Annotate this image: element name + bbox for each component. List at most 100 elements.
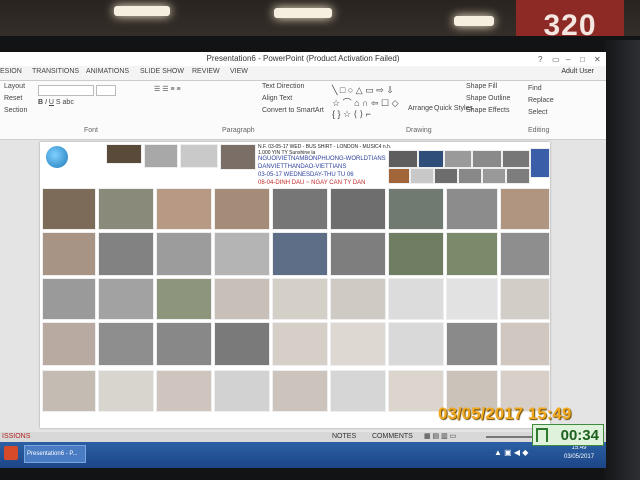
photo-thumbnail[interactable] — [446, 188, 498, 230]
photo-thumbnail[interactable] — [106, 144, 142, 164]
newspaper-thumbnail[interactable] — [214, 278, 270, 320]
shape-outline-button[interactable]: Shape Outline — [466, 95, 510, 102]
photo-thumbnail[interactable] — [42, 278, 96, 320]
shape-fill-button[interactable]: Shape Fill — [466, 83, 497, 90]
photo-thumbnail[interactable] — [502, 150, 530, 168]
newspaper-thumbnail[interactable] — [42, 322, 96, 366]
tab-design[interactable]: ESION — [0, 68, 22, 75]
close-icon[interactable]: ✕ — [594, 53, 601, 67]
tab-slide-show[interactable]: SLIDE SHOW — [140, 68, 184, 75]
newspaper-thumbnail[interactable] — [500, 322, 550, 366]
selfie-thumbnail[interactable] — [214, 188, 270, 230]
photo-thumbnail[interactable] — [214, 322, 270, 366]
help-icon[interactable]: ? — [538, 53, 542, 67]
view-buttons[interactable]: ▦ ▤ ▥ ▭ — [424, 432, 456, 440]
photo-thumbnail[interactable] — [156, 322, 212, 366]
newspaper-thumbnail[interactable] — [272, 322, 328, 366]
newspaper-thumbnail[interactable] — [272, 278, 328, 320]
comments-button[interactable]: COMMENTS — [372, 433, 413, 440]
slide[interactable]: N.F. 03-05-17 WED - BUS SHIRT - LONDON -… — [40, 142, 550, 428]
ribbon-display-icon[interactable]: ▭ — [552, 53, 560, 67]
photo-thumbnail[interactable] — [418, 150, 444, 168]
tab-animations[interactable]: ANIMATIONS — [86, 68, 129, 75]
text-direction-button[interactable]: Text Direction — [262, 83, 304, 90]
photo-thumbnail[interactable] — [156, 278, 212, 320]
photo-thumbnail[interactable] — [272, 188, 328, 230]
photo-thumbnail[interactable] — [330, 232, 386, 276]
tab-transitions[interactable]: TRANSITIONS — [32, 68, 79, 75]
tab-review[interactable]: REVIEW — [192, 68, 220, 75]
photo-thumbnail[interactable] — [444, 150, 472, 168]
align-text-button[interactable]: Align Text — [262, 95, 292, 102]
font-name-field[interactable] — [38, 85, 94, 96]
newspaper-thumbnail[interactable] — [330, 370, 386, 412]
replace-button[interactable]: Replace — [528, 97, 554, 104]
tab-view[interactable]: VIEW — [230, 68, 248, 75]
newspaper-thumbnail[interactable] — [98, 370, 154, 412]
slide-canvas[interactable]: N.F. 03-05-17 WED - BUS SHIRT - LONDON -… — [0, 140, 606, 432]
find-button[interactable]: Find — [528, 85, 542, 92]
newspaper-thumbnail[interactable] — [388, 322, 444, 366]
layout-button[interactable]: Layout — [4, 83, 25, 90]
reset-button[interactable]: Reset — [4, 95, 22, 102]
photo-thumbnail[interactable] — [388, 188, 444, 230]
photo-thumbnail[interactable] — [98, 188, 154, 230]
selfie-thumbnail[interactable] — [500, 188, 550, 230]
newspaper-thumbnail[interactable] — [388, 370, 444, 412]
shape-effects-button[interactable]: Shape Effects — [466, 107, 509, 114]
newspaper-thumbnail[interactable] — [214, 370, 270, 412]
font-format-buttons[interactable]: B I U S abc — [38, 99, 74, 106]
photo-thumbnail[interactable] — [388, 232, 444, 276]
convert-smartart-button[interactable]: Convert to SmartArt — [262, 107, 324, 114]
uk-map-thumbnail[interactable] — [530, 148, 550, 178]
taskbar-app-button[interactable]: Presentation6 - P... — [24, 445, 86, 463]
slide-text-line: 08-04-DINH DAU ~ NGAY CAN TY DAN — [258, 180, 366, 186]
photo-thumbnail[interactable] — [410, 168, 434, 184]
newspaper-thumbnail[interactable] — [272, 370, 328, 412]
photo-thumbnail[interactable] — [156, 232, 212, 276]
newspaper-thumbnail[interactable] — [156, 370, 212, 412]
photo-thumbnail[interactable] — [500, 232, 550, 276]
paragraph-buttons[interactable]: ☰ ☰ ≡ ≡ — [154, 85, 181, 93]
shapes-gallery[interactable]: ╲ □ ○ △ ▭ ⇨ ⇩ ☆ ⌒ ⌂ ∩ ⇦ ☐ ◇{ } ☆ ⟨ ⟩ ⌐ — [332, 85, 399, 120]
arrange-button[interactable]: Arrange — [408, 105, 433, 112]
newspaper-thumbnail[interactable] — [330, 278, 386, 320]
font-size-field[interactable] — [96, 85, 116, 96]
taskbar-clock[interactable]: 15:49 03/05/2017 — [564, 444, 594, 462]
user-name[interactable]: Adult User — [561, 68, 594, 75]
newspaper-thumbnail[interactable] — [330, 322, 386, 366]
newspaper-thumbnail[interactable] — [388, 278, 444, 320]
minimize-icon[interactable]: – — [566, 53, 570, 67]
notes-button[interactable]: NOTES — [332, 433, 356, 440]
maximize-icon[interactable]: □ — [580, 53, 585, 67]
photo-thumbnail[interactable] — [98, 322, 154, 366]
photo-thumbnail[interactable] — [330, 188, 386, 230]
photo-thumbnail[interactable] — [458, 168, 482, 184]
newspaper-thumbnail[interactable] — [42, 370, 96, 412]
photo-thumbnail[interactable] — [272, 232, 328, 276]
photo-thumbnail[interactable] — [42, 188, 96, 230]
selfie-thumbnail[interactable] — [42, 232, 96, 276]
start-icon[interactable] — [4, 446, 18, 460]
section-button[interactable]: Section — [4, 107, 27, 114]
timer-value: 00:34 — [560, 426, 599, 444]
newspaper-thumbnail[interactable] — [500, 278, 550, 320]
select-button[interactable]: Select — [528, 109, 547, 116]
photo-thumbnail[interactable] — [434, 168, 458, 184]
photo-thumbnail[interactable] — [214, 232, 270, 276]
tray-icons[interactable]: ▲ ▣ ◀ ◆ — [494, 448, 528, 457]
photo-thumbnail[interactable] — [472, 150, 502, 168]
photo-thumbnail[interactable] — [388, 168, 410, 184]
photo-thumbnail[interactable] — [220, 144, 256, 170]
photo-thumbnail[interactable] — [482, 168, 506, 184]
selfie-thumbnail[interactable] — [156, 188, 212, 230]
photo-thumbnail[interactable] — [506, 168, 530, 184]
photo-thumbnail[interactable] — [144, 144, 178, 168]
photo-thumbnail[interactable] — [98, 232, 154, 276]
photo-thumbnail[interactable] — [180, 144, 218, 168]
photo-thumbnail[interactable] — [98, 278, 154, 320]
photo-thumbnail[interactable] — [446, 322, 498, 366]
photo-thumbnail[interactable] — [388, 150, 418, 168]
photo-thumbnail[interactable] — [446, 232, 498, 276]
newspaper-thumbnail[interactable] — [446, 278, 498, 320]
